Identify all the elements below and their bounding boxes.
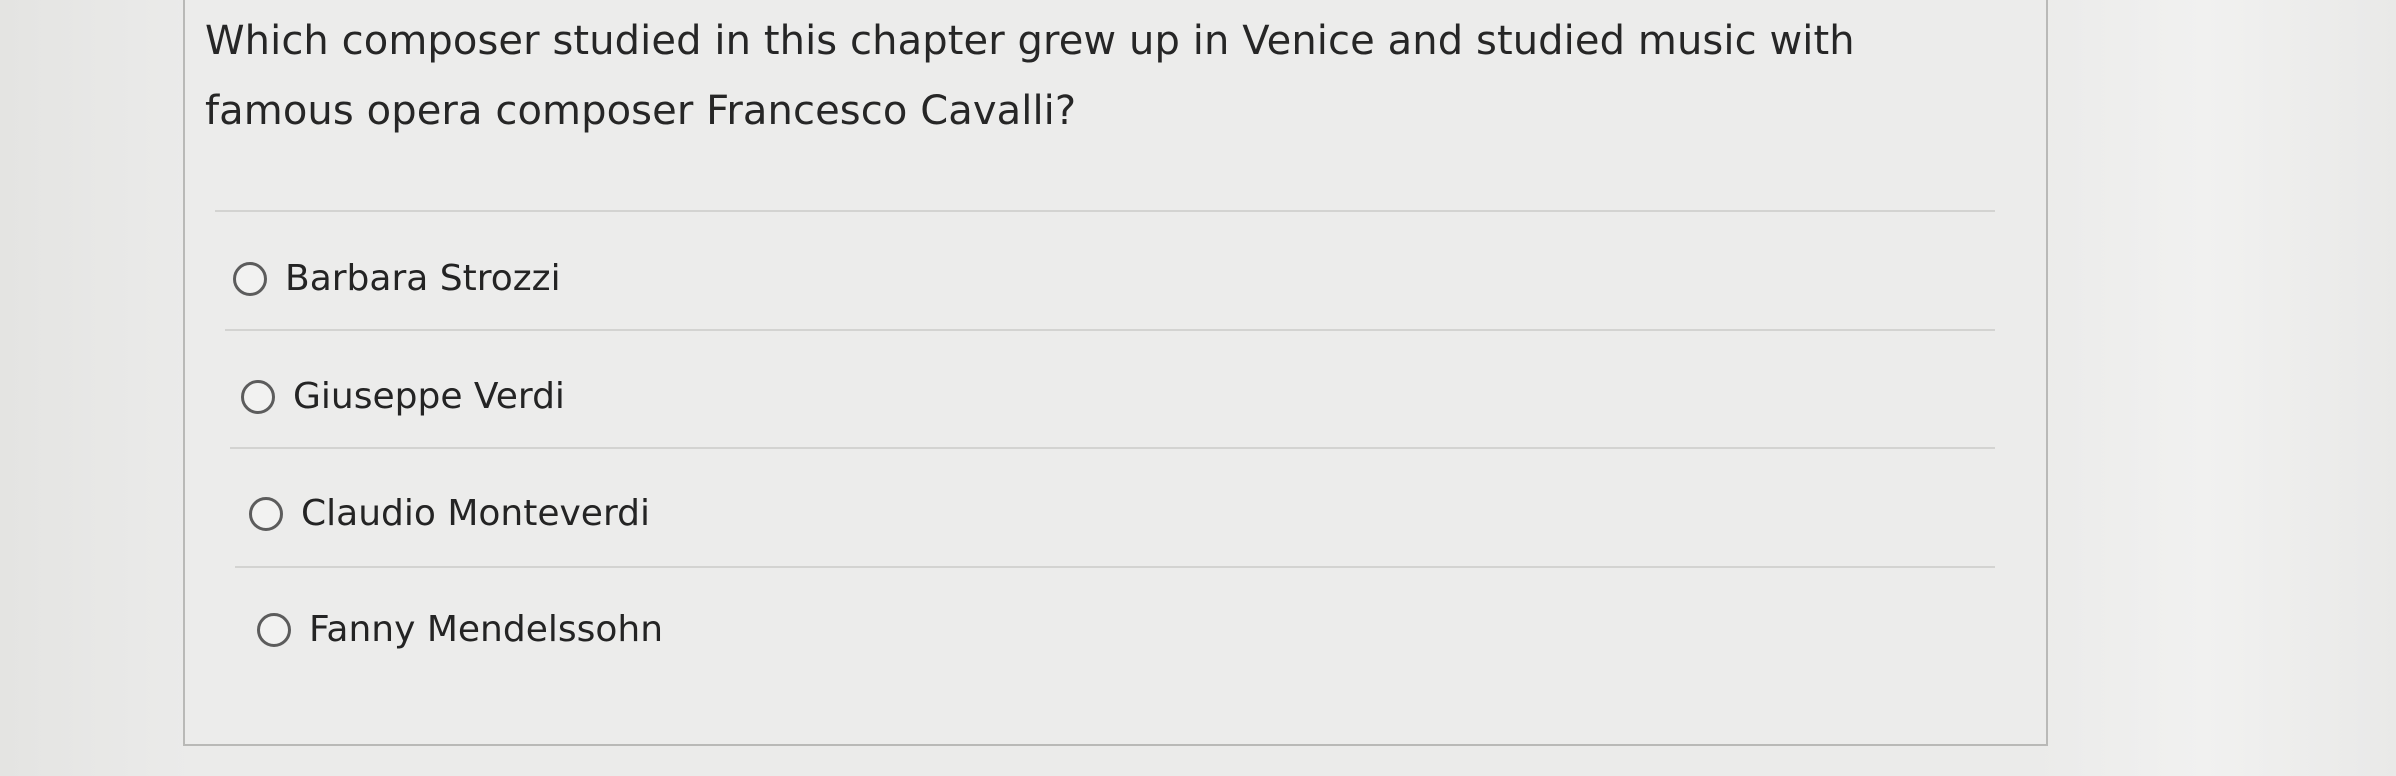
option-label: Fanny Mendelssohn [309, 609, 664, 650]
divider-question [215, 210, 1995, 212]
answer-option-fanny-mendelssohn[interactable]: Fanny Mendelssohn [257, 609, 663, 650]
radio-button[interactable] [241, 379, 275, 414]
option-label: Giuseppe Verdi [293, 376, 565, 417]
question-card: Which composer studied in this chapter g… [183, 0, 2048, 746]
option-label: Claudio Monteverdi [301, 493, 650, 534]
answer-option-giuseppe-verdi[interactable]: Giuseppe Verdi [241, 376, 565, 417]
answer-option-barbara-strozzi[interactable]: Barbara Strozzi [233, 258, 561, 299]
divider-option-2 [230, 447, 1995, 449]
radio-button[interactable] [233, 261, 267, 296]
option-label: Barbara Strozzi [285, 258, 561, 299]
divider-option-1 [225, 329, 1995, 331]
radio-button[interactable] [257, 612, 291, 647]
question-text: Which composer studied in this chapter g… [205, 6, 2025, 146]
radio-button[interactable] [249, 496, 283, 531]
answer-option-claudio-monteverdi[interactable]: Claudio Monteverdi [249, 493, 650, 534]
question-line-2: famous opera composer Francesco Cavalli? [205, 88, 1077, 134]
divider-option-3 [235, 566, 1995, 568]
question-line-1: Which composer studied in this chapter g… [205, 18, 1855, 64]
